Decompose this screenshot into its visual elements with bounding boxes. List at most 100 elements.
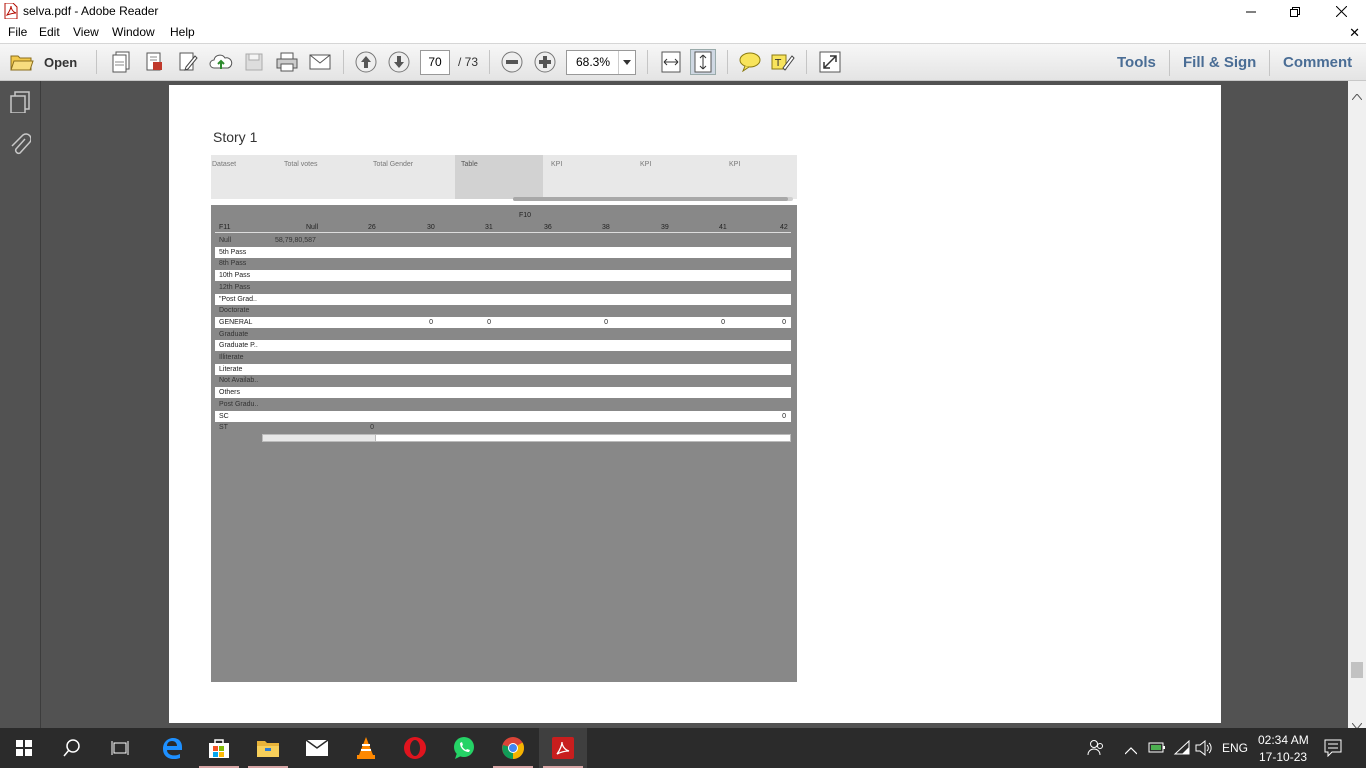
search-icon[interactable] [48,728,96,768]
table-row: 12th Pass [215,282,791,293]
minimize-button[interactable] [1228,0,1274,23]
battery-icon[interactable] [1148,740,1166,759]
fit-page-icon[interactable] [690,49,716,75]
chevron-up-icon[interactable] [1124,742,1138,760]
whatsapp-icon[interactable] [440,728,488,768]
column-header: 26 [368,224,376,231]
file-explorer-icon[interactable] [244,728,292,768]
page-thumbnails-icon[interactable] [9,91,31,118]
table-cell: 0 [370,424,374,432]
page-number-input[interactable]: 70 [420,50,450,75]
open-button[interactable]: Open [44,55,77,70]
print-icon[interactable] [274,49,300,75]
export-pdf-icon[interactable] [141,49,167,75]
vlc-icon[interactable] [342,728,390,768]
table-cell: 0 [604,318,608,326]
column-header: 39 [661,224,669,231]
row-label: Doctorate [219,307,250,315]
previous-page-icon[interactable] [353,49,379,75]
separator [727,50,728,74]
column-header: 30 [427,224,435,231]
tab-kpi-3[interactable]: KPI [728,155,797,199]
tab-total-votes[interactable]: Total votes [283,155,372,199]
menu-help[interactable]: Help [170,25,195,39]
email-icon[interactable] [307,49,333,75]
people-icon[interactable] [1087,739,1105,762]
menu-edit[interactable]: Edit [39,25,60,39]
separator [806,50,807,74]
vertical-scrollbar[interactable] [1348,81,1366,730]
tabs-scrollbar-thumb[interactable] [513,197,788,201]
chrome-icon[interactable] [489,728,537,768]
chevron-down-icon[interactable] [618,51,635,74]
edit-pdf-icon[interactable] [175,49,201,75]
start-icon[interactable] [0,728,48,768]
save-icon[interactable] [241,49,267,75]
opera-icon[interactable] [391,728,439,768]
tab-dataset[interactable]: Dataset [211,155,283,199]
menu-view[interactable]: View [73,25,99,39]
table-row: Graduate [215,329,791,340]
separator [489,50,490,74]
adobe-reader-icon[interactable] [539,728,587,768]
table-row: ST 0 [215,422,791,433]
wifi-icon[interactable] [1173,739,1191,761]
create-pdf-icon[interactable] [108,49,134,75]
pdf-page: Story 1 Dataset Total votes Total Gender… [169,85,1221,723]
upload-cloud-icon[interactable] [208,49,234,75]
scroll-up-icon[interactable] [1351,87,1363,105]
zoom-in-icon[interactable] [532,49,558,75]
row-header-label: F11 [219,224,231,231]
zoom-out-icon[interactable] [499,49,525,75]
row-label: Illiterate [219,354,244,361]
attachments-icon[interactable] [9,133,32,162]
row-label: Graduate [219,330,249,338]
tab-kpi-1[interactable]: KPI [550,155,638,199]
next-page-icon[interactable] [386,49,412,75]
table-row: "Post Grad.. [215,293,791,305]
row-label: 12th Pass [219,283,251,291]
row-label: GENERAL [219,318,253,326]
restore-button[interactable] [1272,0,1318,23]
task-view-icon[interactable] [96,728,144,768]
full-screen-icon[interactable] [817,49,843,75]
clock-time[interactable]: 02:34 AM [1258,733,1309,747]
edge-icon[interactable] [148,728,196,768]
document-area[interactable]: Story 1 Dataset Total votes Total Gender… [41,81,1348,728]
table-row: Not Availab.. [215,375,791,386]
table-row: Post Gradu.. [215,399,791,410]
menu-file[interactable]: File [8,25,27,39]
table-row: Literate [215,363,791,375]
comment-button[interactable]: Comment [1283,54,1352,71]
fill-and-sign-button[interactable]: Fill & Sign [1183,54,1256,71]
table-horizontal-scrollbar[interactable] [262,434,791,442]
language-indicator[interactable]: ENG [1222,741,1248,755]
sticky-note-icon[interactable] [737,49,763,75]
mail-icon[interactable] [293,728,341,768]
row-label: Not Availab.. [219,377,259,385]
open-folder-icon[interactable] [8,49,36,75]
close-document-icon[interactable]: ✕ [1349,25,1360,41]
notifications-icon[interactable] [1324,739,1342,762]
tab-table[interactable]: Table [455,155,543,199]
close-button[interactable] [1318,0,1364,23]
table-row: GENERAL 0 0 0 0 0 [215,316,791,328]
column-header: 36 [544,224,552,231]
page-total: / 73 [458,55,479,69]
tools-button[interactable]: Tools [1117,54,1156,71]
fit-width-icon[interactable] [658,49,684,75]
table-row: 10th Pass [215,270,791,282]
zoom-select[interactable]: 68.3% [566,50,636,75]
store-icon[interactable] [195,728,243,768]
table-scrollbar-thumb[interactable] [263,435,376,441]
row-label: 8th Pass [219,260,247,268]
row-label: SC [219,412,229,420]
tabs-scrollbar[interactable] [513,197,793,201]
highlight-icon[interactable]: T [770,49,796,75]
scrollbar-thumb[interactable] [1351,662,1363,678]
tab-kpi-2[interactable]: KPI [639,155,727,199]
menu-window[interactable]: Window [112,25,155,39]
tab-total-gender[interactable]: Total Gender [372,155,455,199]
volume-icon[interactable] [1195,739,1213,761]
clock-date[interactable]: 17-10-23 [1259,750,1307,764]
